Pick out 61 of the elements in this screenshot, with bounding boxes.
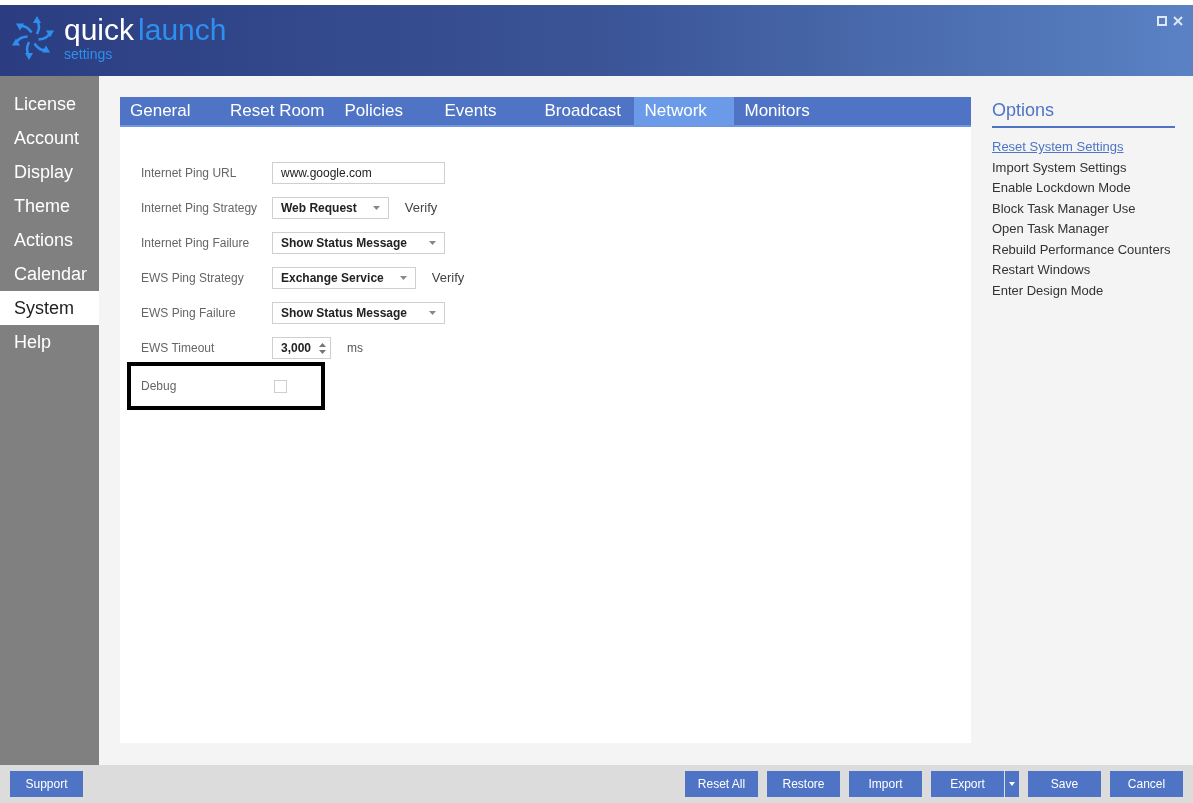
tab[interactable]: Reset Room [220,97,335,125]
option-link[interactable]: Enable Lockdown Mode [992,178,1175,199]
brand-name-suffix: launch [138,15,227,45]
support-button[interactable]: Support [10,771,83,797]
field-label: EWS Ping Failure [141,305,237,322]
close-icon[interactable] [1173,16,1183,26]
options-title: Options [992,97,1175,128]
tab[interactable]: General [120,97,220,125]
sidebar-item[interactable]: Calendar [0,257,99,291]
caret-icon [1009,782,1015,786]
debug-checkbox[interactable] [274,379,287,393]
field-label: Internet Ping Strategy [141,200,259,217]
option-link[interactable]: Open Task Manager [992,219,1175,240]
option-link[interactable]: Block Task Manager Use [992,198,1175,219]
option-link[interactable]: Enter Design Mode [992,280,1175,301]
option-link[interactable]: Restart Windows [992,260,1175,281]
tab[interactable]: Policies [334,97,435,125]
sidebar-item[interactable]: License [0,87,99,121]
sidebar-item[interactable]: System [0,291,99,325]
number-spinner-field[interactable]: 3,000 [272,337,332,359]
option-link[interactable]: Import System Settings [992,157,1175,178]
spinner-arrows-icon [319,342,327,354]
footer-button[interactable]: Restore [767,771,840,797]
dropdown-field[interactable]: Show Status Message [272,302,445,324]
field-label: Debug [141,378,178,395]
dropdown-field[interactable]: Web Request [272,197,389,219]
footer-button[interactable]: Cancel [1110,771,1183,797]
option-link[interactable]: Rebuild Performance Counters [992,239,1175,260]
tab[interactable]: Network [634,97,735,125]
footer-button[interactable]: Import [849,771,922,797]
sidebar-item[interactable]: Account [0,121,99,155]
dropdown-caret-icon [429,240,436,246]
export-button[interactable]: Export [931,771,1004,797]
tab[interactable]: Broadcast [534,97,635,125]
brand-name: quick [64,15,135,45]
export-dropdown-button[interactable] [1005,771,1019,797]
verify-link[interactable]: Verify [404,198,438,218]
verify-link[interactable]: Verify [431,268,465,288]
tab[interactable]: Events [434,97,535,125]
dropdown-field[interactable]: Show Status Message [272,232,445,254]
dropdown-caret-icon [429,310,436,316]
sidebar-item[interactable]: Actions [0,223,99,257]
field-label: Internet Ping URL [141,165,238,182]
tab[interactable]: Monitors [734,97,835,125]
field-label: EWS Timeout [141,340,216,357]
field-label: EWS Ping Strategy [141,270,245,287]
sidebar-item[interactable]: Display [0,155,99,189]
brand-subtitle: settings [64,47,114,61]
maximize-icon[interactable] [1157,16,1167,26]
text-input-field[interactable]: www.google.com [272,162,445,184]
sidebar-item[interactable]: Help [0,325,99,359]
dropdown-field[interactable]: Exchange Service [272,267,416,289]
option-link[interactable]: Reset System Settings [992,137,1175,158]
dropdown-caret-icon [372,205,380,211]
footer-button[interactable]: Reset All [685,771,758,797]
sidebar-item[interactable]: Theme [0,189,99,223]
field-label: Internet Ping Failure [141,235,251,252]
dropdown-caret-icon [399,275,407,281]
footer-button[interactable]: Save [1028,771,1101,797]
unit-label: ms [347,340,364,357]
arrows-logo-icon [10,15,56,61]
